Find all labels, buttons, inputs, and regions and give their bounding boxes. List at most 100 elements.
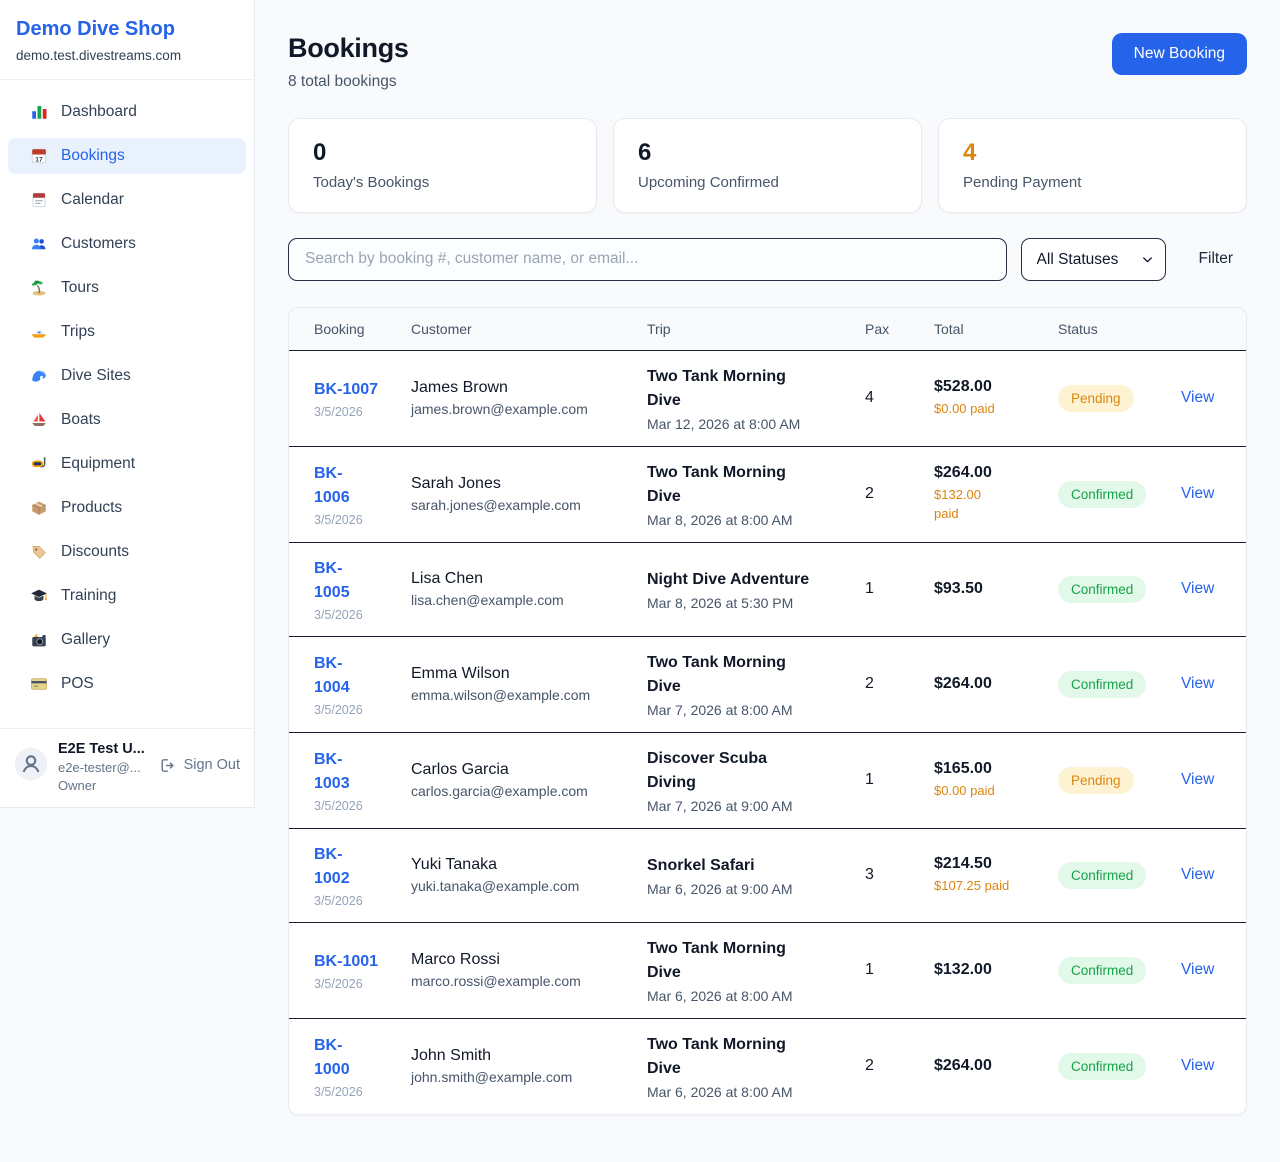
sidebar-item-bookings[interactable]: 17 Bookings [8,138,246,174]
pax-value: 2 [865,1057,874,1074]
customer-name: Sarah Jones [411,475,627,493]
booking-date: 3/5/2026 [314,513,391,527]
view-link[interactable]: View [1181,771,1214,788]
table-body: BK-1007 3/5/2026 James Brown james.brown… [289,350,1246,1114]
stat-card-upcoming-confirmed: 6 Upcoming Confirmed [613,118,922,213]
sidebar-item-tours[interactable]: Tours [8,270,246,306]
total-amount: $165.00 [934,760,1038,778]
view-link[interactable]: View [1181,389,1214,406]
logout-icon [159,756,177,774]
sidebar-item-pos[interactable]: POS [8,666,246,702]
pax-value: 2 [865,485,874,502]
trip-name: Two Tank MorningDive [647,365,845,413]
sidebar-item-label: Tours [61,279,99,297]
sidebar-item-label: Trips [61,323,95,341]
booking-id-link[interactable]: BK-1004 [314,652,350,700]
trip-datetime: Mar 7, 2026 at 9:00 AM [647,798,845,814]
sidebar-item-label: POS [61,675,94,693]
sidebar-item-boats[interactable]: Boats [8,402,246,438]
column-header-total: Total [924,308,1048,351]
booking-id-link[interactable]: BK-1007 [314,378,378,402]
table-row: BK-1002 3/5/2026 Yuki Tanaka yuki.tanaka… [289,828,1246,922]
status-badge: Confirmed [1058,862,1146,889]
sidebar-item-label: Discounts [61,543,129,561]
pax-value: 1 [865,771,874,788]
sidebar-item-label: Customers [61,235,136,253]
total-amount: $528.00 [934,378,1038,396]
sidebar-item-dashboard[interactable]: Dashboard [8,94,246,130]
booking-date: 3/5/2026 [314,1085,391,1099]
sign-out-button[interactable]: Sign Out [159,756,240,774]
paid-amount: $0.00 paid [934,400,1038,419]
filter-button[interactable]: Filter [1199,250,1233,268]
sidebar-item-gallery[interactable]: Gallery [8,622,246,658]
booking-id-link[interactable]: BK-1006 [314,462,350,510]
camera-icon [30,631,48,649]
booking-id-link[interactable]: BK-1005 [314,557,350,605]
column-header-pax: Pax [855,308,924,351]
customer-name: Carlos Garcia [411,761,627,779]
view-link[interactable]: View [1181,1057,1214,1074]
column-header-status: Status [1048,308,1171,351]
column-header-actions [1171,308,1246,351]
pax-value: 4 [865,389,874,406]
stat-value: 0 [313,139,572,168]
booking-date: 3/5/2026 [314,799,391,813]
trip-datetime: Mar 6, 2026 at 9:00 AM [647,881,845,897]
sidebar-item-discounts[interactable]: Discounts [8,534,246,570]
sidebar-item-label: Bookings [61,147,125,165]
column-header-booking: Booking [289,308,401,351]
main-content: Bookings 8 total bookings New Booking 0 … [255,0,1280,1162]
table-row: BK-1001 3/5/2026 Marco Rossi marco.rossi… [289,922,1246,1018]
status-badge: Confirmed [1058,957,1146,984]
booking-id-link[interactable]: BK-1002 [314,843,350,891]
wave-icon [30,367,48,385]
svg-text:17: 17 [35,156,43,163]
sidebar-nav: Dashboard 17 Bookings Calendar Customers… [0,80,254,712]
status-badge: Confirmed [1058,576,1146,603]
search-input[interactable] [288,238,1007,281]
trip-name: Two Tank MorningDive [647,461,845,509]
filters-row: All Statuses Filter [288,238,1247,281]
sidebar-user-section: E2E Test U... e2e-tester@... Owner Sign … [0,728,254,807]
sidebar-item-trips[interactable]: Trips [8,314,246,350]
table-row: BK-1004 3/5/2026 Emma Wilson emma.wilson… [289,636,1246,732]
sidebar-item-equipment[interactable]: Equipment [8,446,246,482]
sailboat-icon [30,411,48,429]
view-link[interactable]: View [1181,675,1214,692]
view-link[interactable]: View [1181,866,1214,883]
user-name: E2E Test U... [58,741,149,757]
view-link[interactable]: View [1181,485,1214,502]
customer-email: lisa.chen@example.com [411,592,627,608]
brand-link[interactable]: Demo Dive Shop [16,18,238,41]
trip-datetime: Mar 6, 2026 at 8:00 AM [647,1084,845,1100]
view-link[interactable]: View [1181,961,1214,978]
customer-email: carlos.garcia@example.com [411,783,627,799]
booking-id-link[interactable]: BK-1000 [314,1034,350,1082]
sidebar-item-calendar[interactable]: Calendar [8,182,246,218]
dive-mask-icon [30,455,48,473]
booking-id-link[interactable]: BK-1003 [314,748,350,796]
bar-chart-icon [30,103,48,121]
sidebar-item-customers[interactable]: Customers [8,226,246,262]
sidebar-item-products[interactable]: Products [8,490,246,526]
customer-name: Marco Rossi [411,951,627,969]
status-badge: Confirmed [1058,481,1146,508]
sidebar-item-label: Gallery [61,631,110,649]
bookings-count: 8 total bookings [288,73,409,91]
view-link[interactable]: View [1181,580,1214,597]
trip-datetime: Mar 12, 2026 at 8:00 AM [647,416,845,432]
pax-value: 1 [865,961,874,978]
status-filter-select[interactable]: All Statuses [1021,238,1166,281]
sidebar-item-dive-sites[interactable]: Dive Sites [8,358,246,394]
booking-id-link[interactable]: BK-1001 [314,950,378,974]
table-row: BK-1000 3/5/2026 John Smith john.smith@e… [289,1018,1246,1114]
total-amount: $132.00 [934,961,1038,979]
new-booking-button[interactable]: New Booking [1112,33,1247,75]
sidebar-item-training[interactable]: Training [8,578,246,614]
stats-row: 0 Today's Bookings 6 Upcoming Confirmed … [288,118,1247,213]
booking-date: 3/5/2026 [314,703,391,717]
stat-card-today-s-bookings: 0 Today's Bookings [288,118,597,213]
customer-email: john.smith@example.com [411,1069,627,1085]
customer-name: John Smith [411,1047,627,1065]
